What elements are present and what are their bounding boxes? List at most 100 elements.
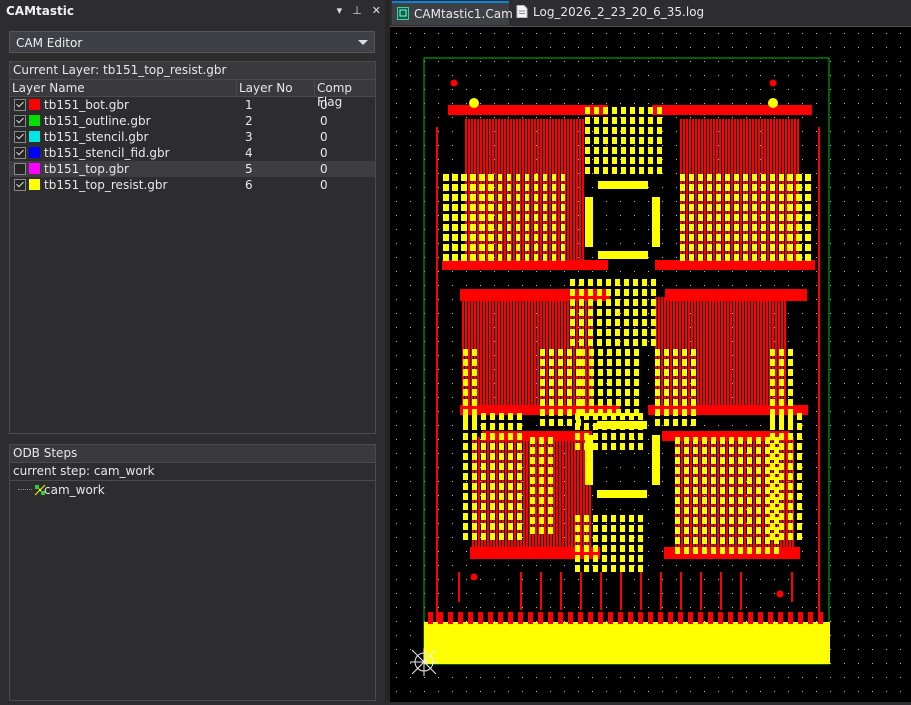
pad (543, 174, 547, 181)
pad (549, 399, 554, 406)
panel-title-bar: CAMtastic ▾ ⊥ ✕ (0, 0, 385, 24)
layer-row[interactable]: tb151_outline.gbr 2 0 (10, 113, 375, 129)
pad (693, 477, 698, 484)
connector-finger (618, 612, 623, 624)
pad (693, 507, 698, 514)
layer-visibility-checkbox[interactable] (14, 99, 26, 111)
pad (570, 299, 575, 306)
pad (642, 329, 647, 336)
trace (620, 572, 622, 610)
layer-color-swatch[interactable] (29, 179, 40, 190)
pad (548, 517, 553, 524)
col-layer-no[interactable]: Layer No (239, 81, 293, 95)
pad (534, 254, 538, 261)
tab-cam-file[interactable]: CAMtastic1.Cam * (392, 1, 513, 43)
trace (564, 297, 566, 407)
pad (655, 359, 660, 366)
pad (702, 507, 707, 514)
pad (770, 399, 775, 406)
layer-visibility-checkbox[interactable] (14, 163, 26, 175)
layer-row[interactable]: tb151_top_resist.gbr 6 0 (10, 177, 375, 193)
trace (513, 297, 515, 407)
layer-visibility-checkbox[interactable] (14, 131, 26, 143)
trace (498, 297, 500, 407)
layer-no: 2 (245, 114, 253, 128)
panel-menu-icon[interactable]: ▾ (337, 4, 343, 17)
layer-row[interactable]: tb151_stencil_fid.gbr 4 0 (10, 145, 375, 161)
layer-visibility-checkbox[interactable] (14, 147, 26, 159)
col-layer-name[interactable]: Layer Name (12, 81, 85, 95)
pad (463, 433, 468, 440)
pad (588, 329, 593, 336)
pad (805, 244, 811, 251)
pad (602, 555, 607, 562)
pad (552, 234, 556, 241)
pad (634, 369, 639, 376)
pad (598, 389, 603, 396)
pad (747, 467, 752, 474)
edge-connector (424, 622, 830, 664)
editor-select[interactable]: CAM Editor (9, 31, 375, 53)
pad (548, 527, 553, 534)
pad (620, 433, 625, 440)
layer-color-swatch[interactable] (29, 131, 40, 142)
layer-row[interactable]: tb151_bot.gbr 1 0 (10, 97, 375, 113)
trace (776, 119, 778, 269)
pcb-view[interactable] (390, 27, 911, 702)
pad (651, 329, 656, 336)
step-tree-item[interactable]: cam_work (10, 481, 375, 499)
pad (691, 349, 696, 356)
pad (756, 507, 761, 514)
trace (757, 297, 759, 407)
pad (774, 547, 779, 554)
pad (689, 204, 694, 211)
pad (611, 545, 616, 552)
pad (534, 234, 538, 241)
pad (680, 224, 685, 231)
pad (747, 517, 752, 524)
pad (567, 359, 572, 366)
pad (472, 473, 477, 480)
pad (443, 224, 449, 231)
pad (747, 447, 752, 454)
pad (787, 224, 793, 231)
layer-color-swatch[interactable] (29, 99, 40, 110)
connector-finger (698, 612, 703, 624)
layer-visibility-checkbox[interactable] (14, 115, 26, 127)
pad (747, 547, 752, 554)
pad (602, 525, 607, 532)
layer-row[interactable]: tb151_stencil.gbr 3 0 (10, 129, 375, 145)
pad (711, 437, 716, 444)
tab-log-file[interactable]: Log_2026_2_23_20_6_35.log (511, 1, 704, 25)
pad (684, 467, 689, 474)
pad (711, 447, 716, 454)
trace (794, 119, 796, 269)
pad (633, 339, 638, 346)
pad (729, 487, 734, 494)
pad (797, 493, 802, 500)
pad (525, 194, 529, 201)
connector-finger (628, 612, 633, 624)
pad (481, 463, 486, 470)
layer-visibility-checkbox[interactable] (14, 179, 26, 191)
layer-color-swatch[interactable] (29, 163, 40, 174)
pad (729, 497, 734, 504)
pad (752, 254, 757, 261)
pad (734, 194, 739, 201)
pad (507, 204, 511, 211)
pcb-canvas[interactable] (390, 26, 911, 702)
pad (579, 339, 584, 346)
trace (690, 437, 692, 557)
layer-row[interactable]: tb151_top.gbr 5 0 (10, 161, 375, 177)
pin-icon[interactable]: ⊥ (352, 4, 362, 17)
layer-color-swatch[interactable] (29, 115, 40, 126)
connector-finger (678, 612, 683, 624)
pad (463, 423, 468, 430)
pad (657, 157, 662, 164)
layer-color-swatch[interactable] (29, 147, 40, 158)
pad (620, 535, 625, 542)
close-icon[interactable]: ✕ (372, 4, 381, 17)
pad (761, 204, 766, 211)
pad (629, 565, 634, 572)
pad (530, 507, 535, 514)
